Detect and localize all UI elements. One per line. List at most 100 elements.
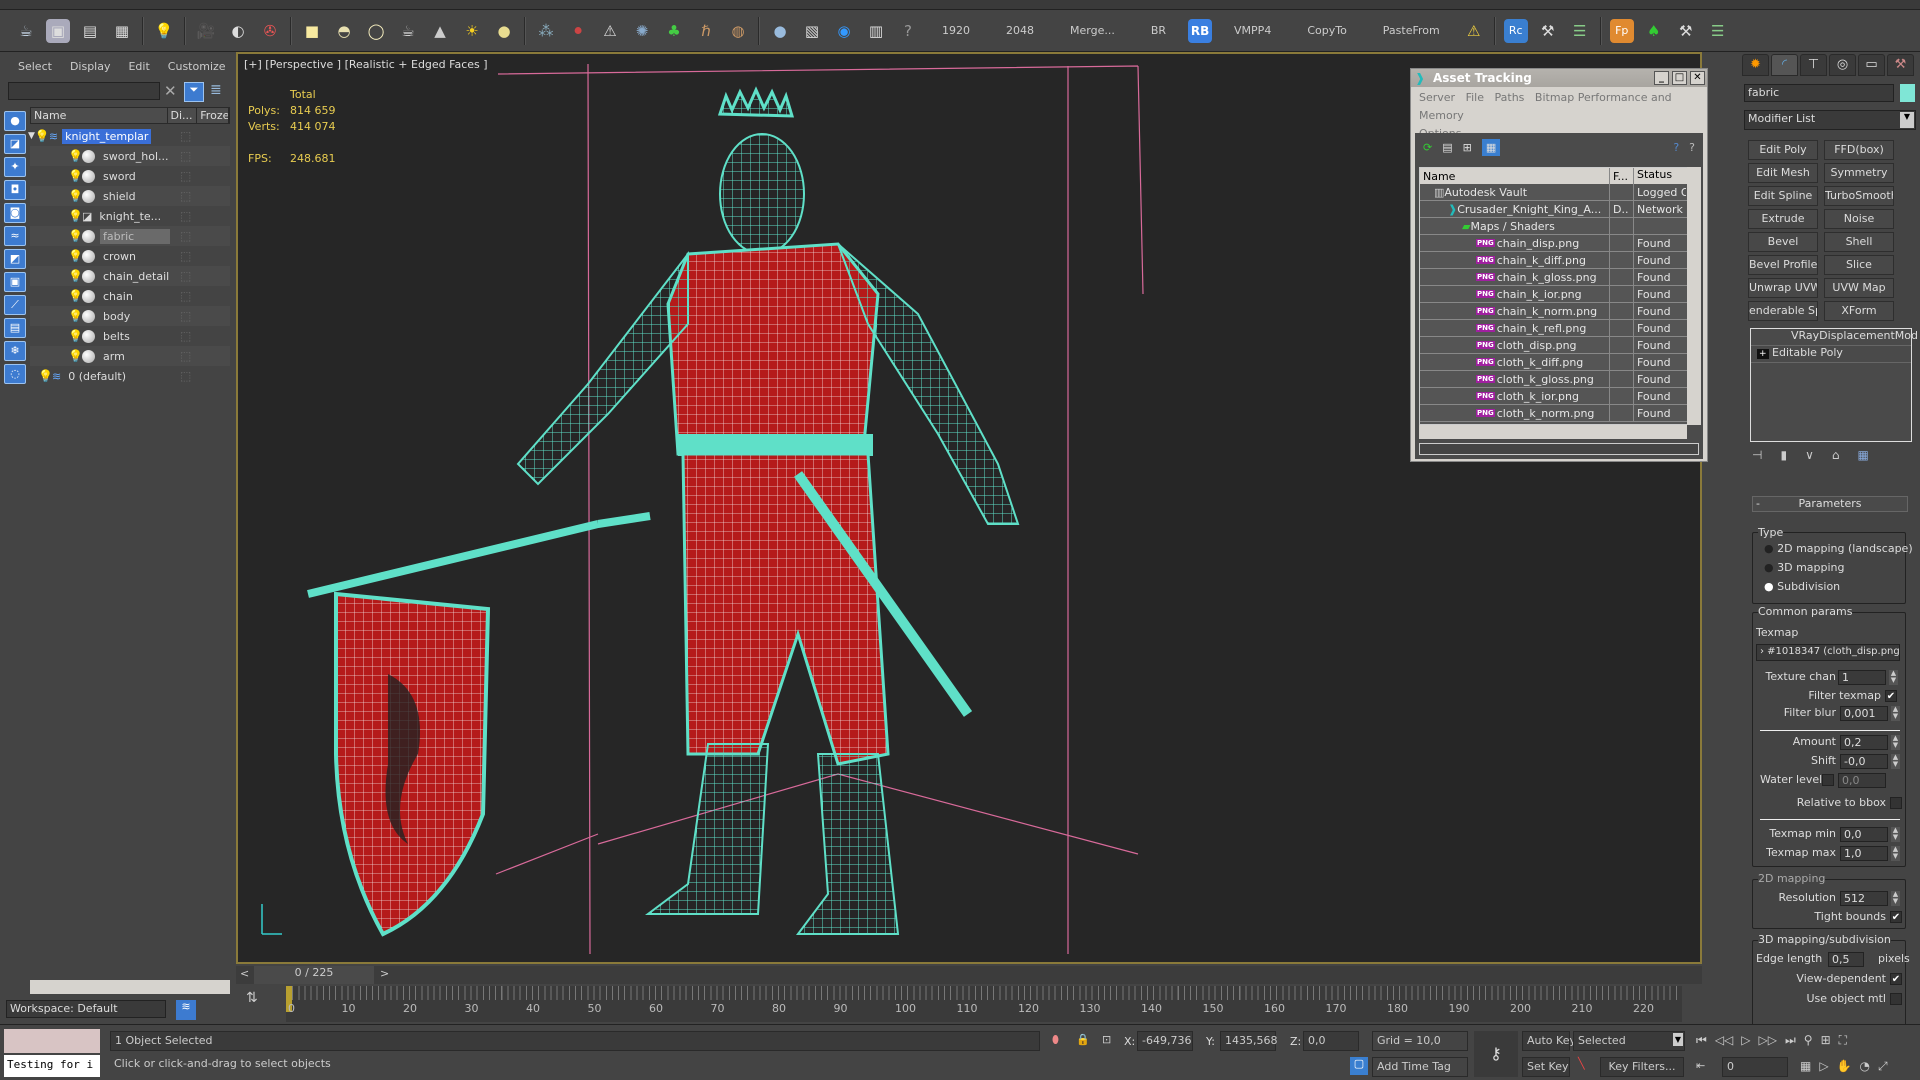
- toolbar-button-vmpp4[interactable]: VMPP4: [1220, 24, 1285, 37]
- scene-search-input[interactable]: [8, 82, 160, 100]
- zoom-icon[interactable]: ⚲: [1804, 1033, 1813, 1048]
- vray-material-icon[interactable]: ▧: [800, 19, 824, 43]
- render-settings-icon[interactable]: ▦: [110, 19, 134, 43]
- mini-curve-editor-icon[interactable]: ⇅: [246, 990, 258, 1006]
- sun-icon[interactable]: ☀: [460, 19, 484, 43]
- light-bulb-icon[interactable]: 💡: [68, 209, 83, 223]
- toolbar-button-2048[interactable]: 2048: [992, 24, 1048, 37]
- filter-texmap-checkbox[interactable]: ✔: [1885, 690, 1897, 702]
- utilities-tab-icon[interactable]: ⚒: [1887, 54, 1914, 76]
- display-box-icon[interactable]: ⬚: [180, 269, 191, 283]
- fp-button[interactable]: Fp: [1609, 18, 1634, 43]
- stack-item-editable-poly[interactable]: + Editable Poly: [1751, 346, 1911, 363]
- vray-hair-icon[interactable]: ℏ: [694, 19, 718, 43]
- vray-sphere-icon[interactable]: ⚫: [566, 19, 590, 43]
- workspace-dropdown[interactable]: Workspace: Default: [6, 1000, 166, 1018]
- toolbar-button-1920[interactable]: 1920: [928, 24, 984, 37]
- layer-explorer-icon[interactable]: ≋: [176, 1000, 196, 1020]
- rollout-header[interactable]: - Parameters: [1752, 496, 1908, 512]
- asset-vertical-scrollbar[interactable]: [1687, 167, 1701, 425]
- scene-tree-item[interactable]: 💡 sword_hol... ⬚: [30, 146, 230, 166]
- y-coordinate[interactable]: 1435,568: [1220, 1031, 1278, 1051]
- render-frame-icon[interactable]: ▣: [46, 18, 70, 43]
- scene-tree-item[interactable]: 💡 shield ⬚: [30, 186, 230, 206]
- vray-camera-icon[interactable]: ✇: [258, 19, 282, 43]
- menu-customize[interactable]: Customize: [168, 60, 226, 73]
- modifier-button[interactable]: Slice: [1824, 255, 1894, 275]
- modifier-button[interactable]: Unwrap UVW: [1748, 278, 1818, 298]
- modifier-button[interactable]: enderable Splin: [1748, 301, 1818, 321]
- scene-tree-item[interactable]: 💡 ≋ 0 (default) ⬚: [30, 366, 230, 386]
- display-box-icon[interactable]: ⬚: [180, 169, 191, 183]
- tools-icon[interactable]: ⚒: [1536, 19, 1560, 43]
- sphere-light-icon[interactable]: ◯: [364, 19, 388, 43]
- light-bulb-icon[interactable]: 💡: [35, 129, 50, 143]
- zoom-extents-icon[interactable]: ⛶: [1839, 1033, 1847, 1048]
- toolbar-button-merge[interactable]: Merge...: [1056, 24, 1129, 37]
- ambient-light-icon[interactable]: ●: [492, 19, 516, 43]
- scene-tree-item[interactable]: 💡 fabric ⬚: [30, 226, 230, 246]
- light-lister-icon[interactable]: 💡: [152, 19, 176, 43]
- orbit-icon[interactable]: ◔: [1860, 1059, 1870, 1074]
- scene-tree-item[interactable]: 💡 ◪ knight_te... ⬚: [30, 206, 230, 226]
- layers-toggle-icon[interactable]: ≣: [210, 82, 222, 98]
- add-time-tag-button[interactable]: Add Time Tag: [1372, 1057, 1468, 1077]
- display-box-icon[interactable]: ⬚: [180, 309, 191, 323]
- zoom-all-icon[interactable]: ⊞: [1821, 1033, 1831, 1048]
- field-of-view-icon[interactable]: ▷: [1819, 1059, 1828, 1074]
- asset-row[interactable]: PNG cloth_k_ior.png Found: [1420, 388, 1700, 405]
- light-bulb-icon[interactable]: 💡: [68, 349, 83, 363]
- spinner-arrows-icon[interactable]: ▲ ▼: [1891, 706, 1900, 721]
- maxscript-input[interactable]: Testing for i: [4, 1055, 100, 1077]
- texmap-max-spinner[interactable]: 1,0: [1840, 846, 1888, 861]
- water-level-spinner[interactable]: 0,0: [1838, 773, 1886, 788]
- show-end-result-icon[interactable]: ▮: [1780, 448, 1787, 462]
- texmap-min-spinner[interactable]: 0,0: [1840, 827, 1888, 842]
- scene-tree-item[interactable]: 💡 body ⬚: [30, 306, 230, 326]
- column-full-path[interactable]: F...: [1610, 168, 1634, 184]
- physical-camera-icon[interactable]: ◐: [226, 19, 250, 43]
- vray-ornatrix-icon[interactable]: ◍: [726, 19, 750, 43]
- maximize-viewport-icon[interactable]: ⤢: [1878, 1059, 1888, 1074]
- help-icon[interactable]: ?: [1689, 141, 1695, 154]
- remove-modifier-icon[interactable]: ⌂: [1832, 448, 1840, 462]
- asset-row[interactable]: PNG chain_disp.png Found: [1420, 235, 1700, 252]
- mesh-light-icon[interactable]: ☕: [396, 19, 420, 43]
- display-box-icon[interactable]: ⬚: [180, 129, 191, 143]
- modifier-button[interactable]: Symmetry: [1824, 163, 1894, 183]
- asset-path-field[interactable]: [1419, 443, 1699, 455]
- modifier-button[interactable]: Shell: [1824, 232, 1894, 252]
- forest-icon[interactable]: ♠: [1642, 19, 1666, 43]
- light-bulb-icon[interactable]: 💡: [68, 329, 83, 343]
- scene-tree-item[interactable]: ▼ 💡 ≋ knight_templar ⬚: [28, 126, 230, 146]
- menu-select[interactable]: Select: [18, 60, 52, 73]
- render-setup-icon[interactable]: ▤: [78, 19, 102, 43]
- expand-arrow-icon[interactable]: ▼: [28, 131, 35, 141]
- display-box-icon[interactable]: ⬚: [180, 209, 191, 223]
- auto-key-button[interactable]: Auto Key: [1522, 1031, 1576, 1051]
- help-icon[interactable]: ?: [896, 19, 920, 43]
- modifier-button[interactable]: TurboSmooth: [1824, 186, 1894, 206]
- scene-horizontal-scrollbar[interactable]: [30, 980, 230, 994]
- scene-tree-item[interactable]: 💡 chain_detail ⬚: [30, 266, 230, 286]
- track-bar[interactable]: 0 10 20 30 40 50 60 70 80 90 100 110 120 130 140 150 160…: [286, 986, 1682, 1022]
- tight-bounds-checkbox[interactable]: ✔: [1890, 911, 1902, 923]
- layer-manager-icon[interactable]: ▥: [864, 19, 888, 43]
- relative-bbox-checkbox[interactable]: [1890, 797, 1902, 809]
- modifier-button[interactable]: Edit Mesh: [1748, 163, 1818, 183]
- vray-fur-icon[interactable]: ♣: [662, 19, 686, 43]
- type-radio[interactable]: ● 2D mapping (landscape): [1764, 542, 1913, 555]
- scene-tree-item[interactable]: 💡 crown ⬚: [30, 246, 230, 266]
- filter-blur-spinner[interactable]: 0,001: [1840, 706, 1888, 721]
- light-bulb-icon[interactable]: 💡: [68, 269, 83, 283]
- display-box-icon[interactable]: ⬚: [180, 369, 191, 383]
- time-tag-icon[interactable]: ▢: [1350, 1057, 1368, 1075]
- vray-plane-icon[interactable]: ⚠: [598, 19, 622, 43]
- close-button[interactable]: ✕: [1690, 71, 1705, 85]
- display-box-icon[interactable]: ⬚: [180, 249, 191, 263]
- light-bulb-icon[interactable]: 💡: [68, 189, 83, 203]
- shift-spinner[interactable]: -0,0: [1840, 754, 1888, 769]
- ies-light-icon[interactable]: ▲: [428, 19, 452, 43]
- modifier-button[interactable]: Edit Spline: [1748, 186, 1818, 206]
- type-radio[interactable]: ● Subdivision: [1764, 580, 1840, 593]
